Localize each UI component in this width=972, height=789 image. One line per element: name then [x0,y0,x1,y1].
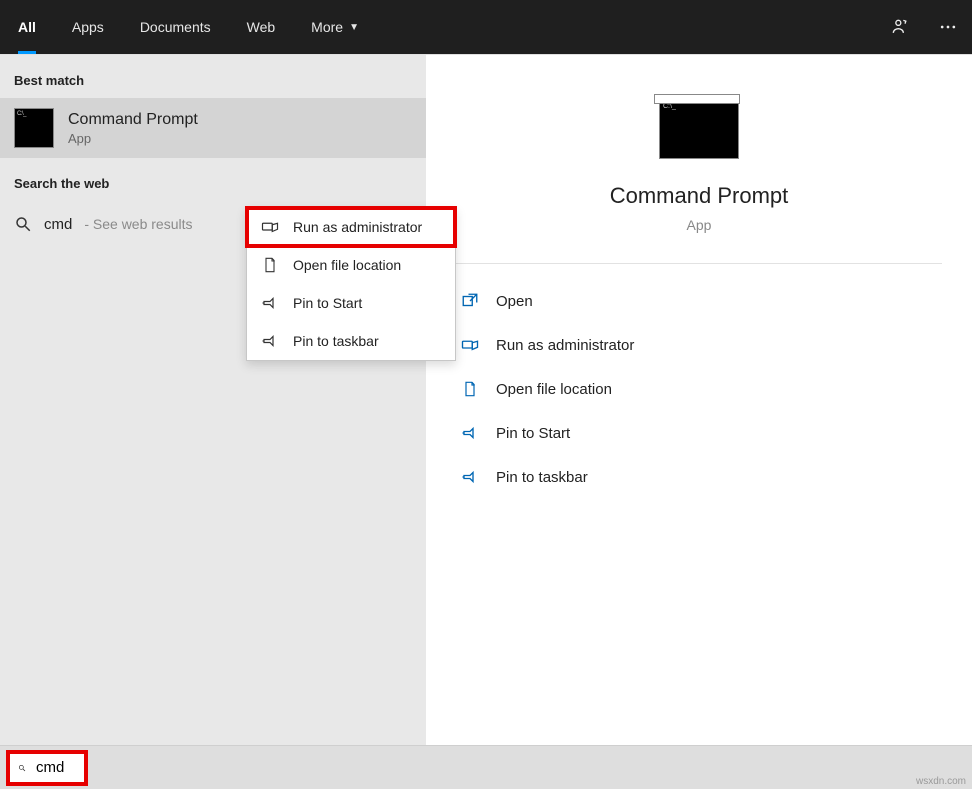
search-input[interactable] [36,759,76,776]
web-query: cmd [44,216,72,233]
tab-all[interactable]: All [0,0,54,54]
search-icon [14,215,32,233]
context-menu: Run as administrator Open file location … [246,207,456,361]
tab-web-label: Web [247,19,276,35]
search-icon [18,760,26,776]
ctx-run-as-admin[interactable]: Run as administrator [247,208,455,246]
pin-start-icon [460,423,480,443]
tab-documents[interactable]: Documents [122,0,229,54]
web-hint: - See web results [84,216,192,232]
admin-shield-icon [460,335,480,355]
open-icon [460,291,480,311]
more-options-icon[interactable] [924,0,972,54]
tab-apps[interactable]: Apps [54,0,122,54]
ctx-run-as-admin-label: Run as administrator [293,219,422,235]
tab-all-label: All [18,19,36,35]
tab-apps-label: Apps [72,19,104,35]
taskbar-search[interactable] [6,750,88,786]
preview-subtitle: App [687,217,712,233]
tab-documents-label: Documents [140,19,211,35]
top-tab-bar: All Apps Documents Web More ▼ [0,0,972,54]
folder-location-icon [460,379,480,399]
folder-location-icon [261,256,279,274]
feedback-icon[interactable] [876,0,924,54]
action-open[interactable]: Open [456,282,942,320]
ctx-pin-task-label: Pin to taskbar [293,333,379,349]
cmd-preview-icon [659,99,739,159]
result-subtitle: App [68,131,198,146]
ctx-pin-to-start[interactable]: Pin to Start [247,284,455,322]
preview-title: Command Prompt [610,183,789,209]
chevron-down-icon: ▼ [349,22,359,33]
section-search-web: Search the web [0,158,426,201]
pin-taskbar-icon [261,332,279,350]
watermark: wsxdn.com [916,776,966,787]
ctx-pin-start-label: Pin to Start [293,295,362,311]
action-pin-to-taskbar[interactable]: Pin to taskbar [456,458,942,496]
ctx-open-file-location[interactable]: Open file location [247,246,455,284]
app-preview: Command Prompt App [456,95,942,263]
tab-web[interactable]: Web [229,0,294,54]
action-pin-to-start[interactable]: Pin to Start [456,414,942,452]
results-pane: Best match Command Prompt App Search the… [0,55,426,789]
pin-taskbar-icon [460,467,480,487]
action-pin-start-label: Pin to Start [496,425,570,442]
result-title: Command Prompt [68,111,198,129]
ctx-open-loc-label: Open file location [293,257,401,273]
taskbar: wsxdn.com [0,745,972,789]
tab-more[interactable]: More ▼ [293,0,377,54]
action-open-file-location[interactable]: Open file location [456,370,942,408]
admin-shield-icon [261,218,279,236]
action-open-loc-label: Open file location [496,381,612,398]
action-run-as-admin[interactable]: Run as administrator [456,326,942,364]
best-match-result[interactable]: Command Prompt App [0,98,426,158]
divider [456,263,942,264]
details-pane: Command Prompt App Open Run as administr… [426,55,972,789]
ctx-pin-to-taskbar[interactable]: Pin to taskbar [247,322,455,360]
action-run-admin-label: Run as administrator [496,337,634,354]
action-open-label: Open [496,293,533,310]
section-best-match: Best match [0,55,426,98]
action-pin-task-label: Pin to taskbar [496,469,588,486]
pin-start-icon [261,294,279,312]
tab-more-label: More [311,19,343,35]
cmd-icon [14,108,54,148]
